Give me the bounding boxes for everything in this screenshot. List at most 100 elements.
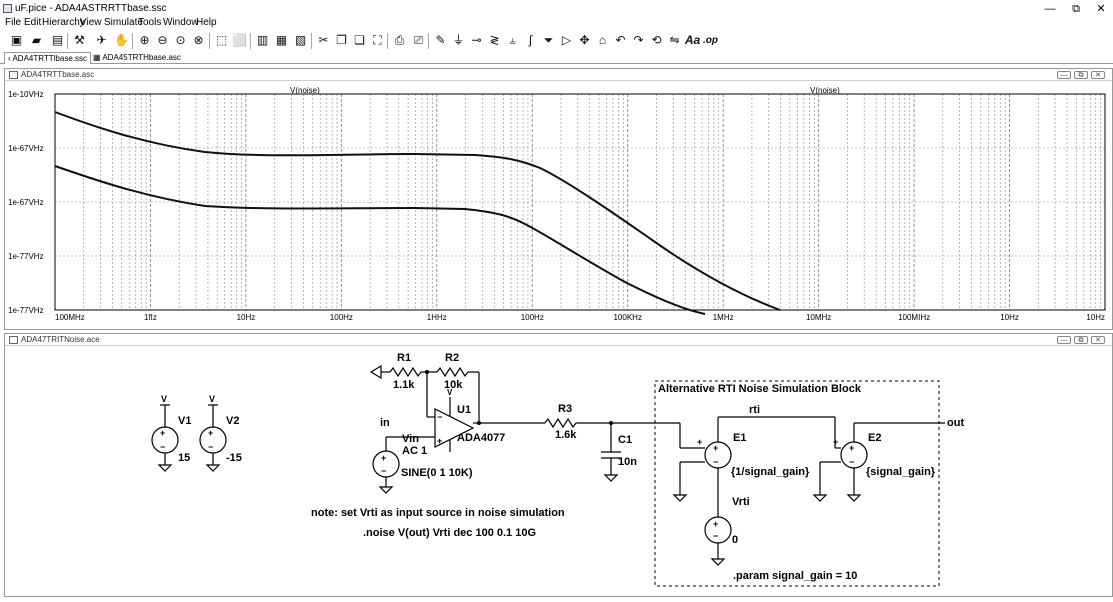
undo-icon[interactable]: ↶ — [612, 32, 629, 49]
v2-name[interactable]: V2 — [226, 415, 239, 427]
find-icon[interactable]: ⛶ — [369, 32, 386, 49]
r2-resistor[interactable] — [436, 366, 469, 378]
menu-file[interactable]: File — [5, 17, 21, 28]
noise-trace-lower — [54, 165, 706, 315]
autorange-icon[interactable]: ⬚ — [213, 32, 230, 49]
param-directive[interactable]: .param signal_gain = 10 — [733, 570, 857, 582]
component-icon[interactable]: ▷ — [558, 32, 575, 49]
v1-name[interactable]: V1 — [178, 415, 191, 427]
schematic-restore-button[interactable]: ⧉ — [1074, 336, 1088, 344]
r3-resistor[interactable] — [544, 417, 577, 429]
cut-icon[interactable]: ✂ — [315, 32, 332, 49]
svg-text:+: + — [849, 443, 854, 453]
r1-value[interactable]: 1.1k — [393, 379, 415, 391]
net-label-in[interactable]: in — [380, 417, 390, 429]
vin-name[interactable]: Vin — [402, 433, 419, 445]
vrti-value[interactable]: 0 — [732, 534, 738, 546]
move-icon[interactable]: ✥ — [576, 32, 593, 49]
v1-value[interactable]: 15 — [178, 452, 190, 464]
tab-schematic[interactable]: ▦ ADA45TRTHbase.asc — [90, 52, 184, 64]
vin-sine[interactable]: SINE(0 1 10K) — [401, 467, 473, 479]
menu-view[interactable]: View — [80, 17, 102, 28]
vin-source[interactable] — [372, 437, 400, 494]
diode-icon[interactable]: ⏷ — [540, 32, 557, 49]
plot-restore-button[interactable]: ⧉ — [1074, 71, 1088, 79]
tile-horizontal-icon[interactable]: ▥ — [254, 32, 271, 49]
trace-label-1[interactable]: V(noise) — [290, 86, 320, 95]
menu-edit[interactable]: Edit — [24, 17, 41, 28]
zoom-fit-icon[interactable]: ⊙ — [172, 32, 189, 49]
menu-tools[interactable]: Tools — [138, 17, 161, 28]
u1-name[interactable]: U1 — [457, 404, 471, 416]
c1-capacitor[interactable] — [601, 423, 621, 482]
e1-name[interactable]: E1 — [733, 432, 746, 444]
text-icon[interactable]: Aa — [684, 32, 701, 49]
rti-block-title[interactable]: Alternative RTI Noise Simulation Block — [658, 383, 862, 395]
inductor-icon[interactable]: ∫ — [522, 32, 539, 49]
x-tick-label: 100Hz — [521, 313, 544, 322]
r3-name[interactable]: R3 — [558, 403, 572, 415]
new-schematic-icon[interactable]: ▣ — [8, 32, 25, 49]
rotate-icon[interactable]: ⟲ — [648, 32, 665, 49]
wire-icon[interactable]: ✎ — [432, 32, 449, 49]
resistor-icon[interactable]: ≷ — [486, 32, 503, 49]
schematic-canvas[interactable]: VV V +− +− +− −+ +− +− +− +− +− V1 15 V2… — [5, 347, 1112, 597]
net-label-rti[interactable]: rti — [749, 404, 760, 416]
tile-vertical-icon[interactable]: ▦ — [273, 32, 290, 49]
tab-plot[interactable]: ‹ ADA4TRTTlbase.ssc — [4, 52, 91, 64]
print-preview-icon[interactable]: ⎚ — [410, 32, 427, 49]
u1-model[interactable]: ADA4077 — [457, 432, 505, 444]
schematic-minimize-button[interactable]: — — [1057, 336, 1071, 344]
label-net-icon[interactable]: ⊸ — [468, 32, 485, 49]
save-icon[interactable]: ▤ — [49, 32, 66, 49]
e1-value[interactable]: {1/signal_gain} — [731, 466, 810, 478]
svg-text:−: − — [713, 531, 718, 541]
menu-help[interactable]: Help — [196, 17, 217, 28]
redo-icon[interactable]: ↷ — [630, 32, 647, 49]
autorange-y-icon[interactable]: ⬜ — [231, 32, 248, 49]
r1-resistor[interactable] — [389, 366, 422, 378]
vin-ac[interactable]: AC 1 — [402, 445, 427, 457]
print-icon[interactable]: ⎙ — [391, 32, 408, 49]
paste-icon[interactable]: ❏ — [351, 32, 368, 49]
zoom-in-icon[interactable]: ⊕ — [136, 32, 153, 49]
ground-icon[interactable]: ⏚ — [450, 32, 467, 49]
close-button[interactable]: ✕ — [1086, 2, 1113, 16]
e2-name[interactable]: E2 — [868, 432, 881, 444]
v2-source[interactable] — [199, 404, 227, 472]
note-text[interactable]: note: set Vrti as input source in noise … — [311, 507, 565, 519]
capacitor-icon[interactable]: ⫨ — [504, 32, 521, 49]
noise-directive[interactable]: .noise V(out) Vrti dec 100 0.1 10G — [363, 527, 536, 539]
menu-window[interactable]: Window — [163, 17, 199, 28]
pan-hand-icon[interactable]: ✋ — [113, 32, 130, 49]
x-tick-label: 1MHz — [713, 313, 734, 322]
plot-close-button[interactable]: ✕ — [1091, 71, 1105, 79]
v1-source[interactable] — [151, 404, 179, 472]
c1-name[interactable]: C1 — [618, 434, 632, 446]
zoom-cancel-icon[interactable]: ⊗ — [190, 32, 207, 49]
r2-name[interactable]: R2 — [445, 352, 459, 364]
trace-label-2[interactable]: V(noise) — [810, 86, 840, 95]
copy-icon[interactable]: ❐ — [333, 32, 350, 49]
mirror-icon[interactable]: ⇋ — [666, 32, 683, 49]
r2-value[interactable]: 10k — [444, 379, 463, 391]
noise-plot[interactable]: V(noise) V(noise) 1e-10VHz 1e-67VHz 1e-67V… — [5, 82, 1112, 330]
spice-directive-icon[interactable]: .op — [702, 32, 719, 49]
plot-minimize-button[interactable]: — — [1057, 71, 1071, 79]
open-icon[interactable]: ▰ — [28, 32, 45, 49]
net-label-out[interactable]: out — [947, 417, 964, 429]
menu-hierarchy[interactable]: Hierarchy — [42, 17, 85, 28]
r3-value[interactable]: 1.6k — [555, 429, 577, 441]
cascade-icon[interactable]: ▧ — [292, 32, 309, 49]
zoom-out-icon[interactable]: ⊖ — [154, 32, 171, 49]
hammer-icon[interactable]: ⚒ — [71, 32, 88, 49]
r1-name[interactable]: R1 — [397, 352, 411, 364]
run-icon[interactable]: ✈ — [93, 32, 110, 49]
vrti-name[interactable]: Vrti — [732, 496, 750, 508]
drag-icon[interactable]: ⌂ — [594, 32, 611, 49]
c1-value[interactable]: 10n — [618, 456, 637, 468]
v2-value[interactable]: -15 — [226, 452, 242, 464]
schematic-close-button[interactable]: ✕ — [1091, 336, 1105, 344]
y-tick-label: 1e-10VHz — [8, 90, 44, 99]
e2-value[interactable]: {signal_gain} — [866, 466, 936, 478]
